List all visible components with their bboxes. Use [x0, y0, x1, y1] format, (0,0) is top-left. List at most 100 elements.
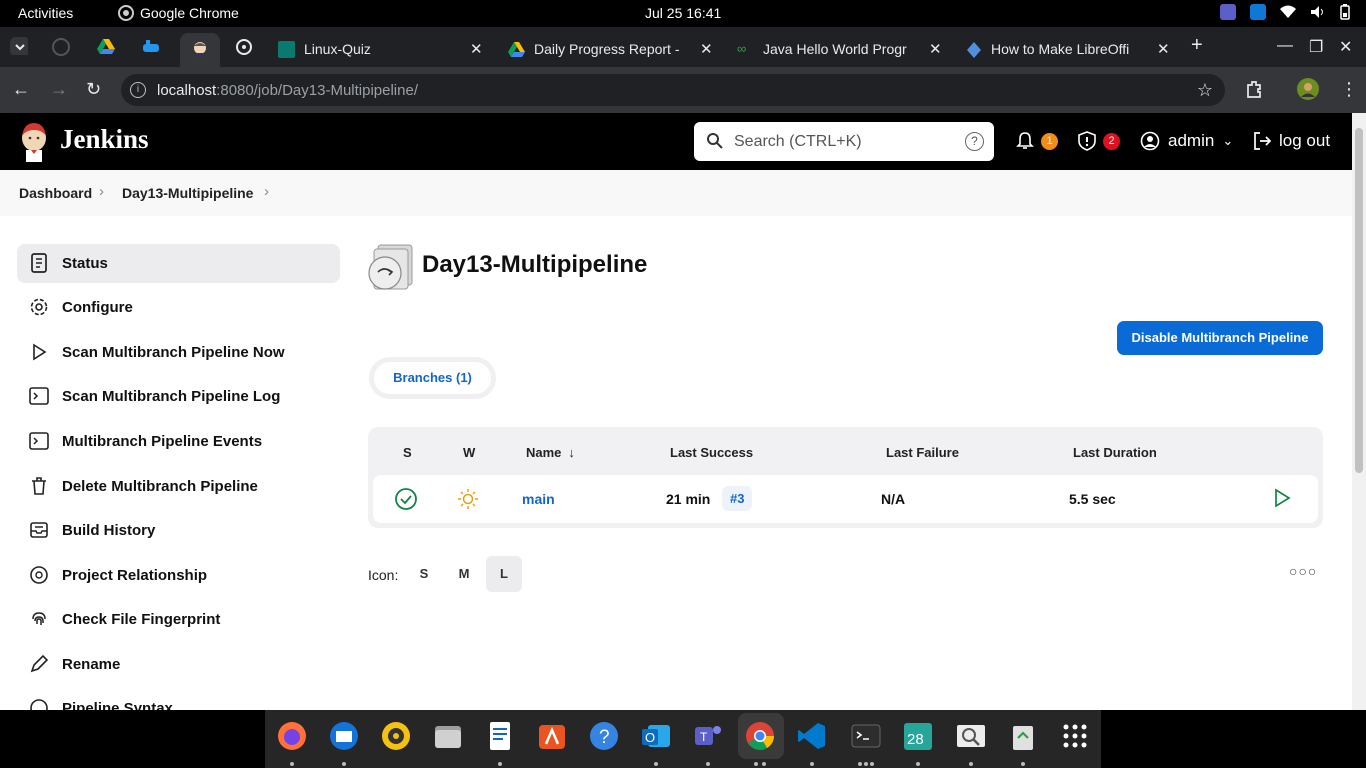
calendar-icon[interactable]: 28 [902, 720, 934, 752]
icon-size-medium[interactable]: M [446, 556, 482, 592]
search-input[interactable] [734, 128, 954, 155]
profile-avatar[interactable] [1297, 78, 1319, 100]
column-header-name[interactable]: Name ↓ [526, 445, 575, 460]
back-icon[interactable]: ← [12, 79, 30, 100]
drive-tab-icon[interactable] [97, 38, 115, 56]
clock[interactable]: Jul 25 16:41 [645, 5, 721, 21]
sidebar-item-project-relationship[interactable]: Project Relationship [17, 556, 340, 595]
icon-size-large[interactable]: L [486, 556, 522, 592]
sidebar-item-events[interactable]: Multibranch Pipeline Events [17, 422, 340, 461]
close-window-icon[interactable]: ✕ [1339, 37, 1352, 57]
tab-libreoffice[interactable]: How to Make LibreOffi ✕ [965, 33, 1175, 67]
scrollbar-thumb[interactable] [1355, 128, 1363, 473]
help-app-icon[interactable]: ? [588, 720, 620, 752]
address-bar[interactable]: i localhost:8080/job/Day13-Multipipeline… [121, 74, 1225, 106]
site-info-icon[interactable]: i [130, 82, 146, 98]
sidebar-item-delete[interactable]: Delete Multibranch Pipeline [17, 467, 340, 506]
bookmark-star-icon[interactable]: ☆ [1197, 80, 1213, 101]
more-options-icon[interactable]: ○○○ [1289, 563, 1317, 579]
outlook-icon[interactable]: O [640, 720, 672, 752]
sidebar-item-scan-now[interactable]: Scan Multibranch Pipeline Now [17, 333, 340, 372]
success-status-icon[interactable] [394, 487, 418, 511]
image-viewer-icon[interactable] [955, 720, 987, 752]
teams-icon[interactable]: T [692, 720, 724, 752]
reload-icon[interactable]: ↻ [86, 79, 101, 100]
disable-pipeline-button[interactable]: Disable Multibranch Pipeline [1117, 321, 1323, 355]
jenkins-brand[interactable]: Jenkins [60, 124, 149, 155]
firefox-icon[interactable] [276, 720, 308, 752]
battery-icon [1340, 4, 1350, 20]
files-icon[interactable] [432, 720, 464, 752]
trash-bin-icon[interactable] [1007, 720, 1039, 752]
sidebar-item-build-history[interactable]: Build History [17, 511, 340, 550]
tab-linux-quiz[interactable]: Linux-Quiz ✕ [278, 33, 488, 67]
tab-search-icon[interactable] [10, 37, 28, 55]
column-header-status[interactable]: S [403, 445, 412, 460]
build-link[interactable]: #3 [722, 486, 753, 511]
app-menu[interactable]: Google Chrome [118, 5, 239, 21]
notifications-button[interactable]: 1 [1015, 131, 1058, 151]
close-tab-icon[interactable]: ✕ [470, 40, 483, 58]
github-tab-icon[interactable] [52, 38, 70, 56]
url-text[interactable]: localhost:8080/job/Day13-Multipipeline/ [157, 82, 418, 99]
sidebar-item-scan-log[interactable]: Scan Multibranch Pipeline Log [17, 377, 340, 416]
user-name: admin [1168, 131, 1215, 150]
user-menu[interactable]: admin ⌄ [1140, 131, 1233, 151]
maximize-icon[interactable]: ❐ [1309, 37, 1323, 57]
build-now-play-icon[interactable] [1272, 488, 1292, 508]
forward-icon[interactable]: → [50, 79, 68, 100]
column-header-last-success[interactable]: Last Success [670, 445, 753, 460]
search-box[interactable]: ? [694, 122, 994, 161]
extensions-icon[interactable] [1245, 80, 1265, 100]
close-tab-icon[interactable]: ✕ [700, 40, 713, 58]
column-header-last-failure[interactable]: Last Failure [886, 445, 959, 460]
outlook-tray-icon[interactable] [1250, 4, 1266, 20]
writer-icon[interactable] [484, 720, 516, 752]
close-tab-icon[interactable]: ✕ [1157, 40, 1170, 58]
search-help-icon[interactable]: ? [965, 132, 984, 151]
docker-tab-icon[interactable] [142, 38, 160, 56]
show-apps-icon[interactable] [1059, 720, 1091, 752]
breadcrumb-separator[interactable]: › [264, 183, 269, 200]
sidebar-item-fingerprint[interactable]: Check File Fingerprint [17, 600, 340, 639]
close-tab-icon[interactable]: ✕ [929, 40, 942, 58]
minimize-icon[interactable]: — [1277, 37, 1293, 55]
tab-branches[interactable]: Branches (1) [369, 357, 496, 399]
logout-button[interactable]: log out [1252, 131, 1330, 151]
branch-link-main[interactable]: main [522, 491, 555, 507]
security-button[interactable]: 2 [1077, 131, 1120, 151]
teams-tray-icon[interactable] [1220, 4, 1236, 20]
vscode-icon[interactable] [796, 720, 828, 752]
tab-java-hello-world[interactable]: ∞ Java Hello World Progr ✕ [737, 33, 947, 67]
app-center-icon[interactable] [536, 720, 568, 752]
activities-button[interactable]: Activities [18, 5, 73, 21]
new-tab-button[interactable]: + [1191, 34, 1203, 57]
terminal-app-icon[interactable] [850, 720, 882, 752]
breadcrumb-separator[interactable]: › [99, 183, 104, 200]
breadcrumb-dashboard[interactable]: Dashboard [19, 185, 92, 201]
breadcrumb-project[interactable]: Day13-Multipipeline [122, 185, 253, 201]
jenkins-header: Jenkins ? 1 2 admin ⌄ log out [0, 113, 1352, 170]
sunny-weather-icon[interactable] [457, 488, 479, 510]
rhythmbox-icon[interactable] [380, 720, 412, 752]
inbox-icon [30, 522, 48, 538]
chrome-dock-icon[interactable] [744, 720, 776, 752]
column-header-last-duration[interactable]: Last Duration [1073, 445, 1157, 460]
icon-size-small[interactable]: S [406, 556, 442, 592]
sidebar-item-pipeline-syntax[interactable]: Pipeline Syntax [17, 689, 340, 710]
column-header-weather[interactable]: W [463, 445, 475, 460]
sidebar-item-status[interactable]: Status [17, 244, 340, 283]
chatgpt-tab-icon[interactable] [235, 38, 253, 56]
play-icon [33, 343, 47, 361]
tab-daily-progress[interactable]: Daily Progress Report - ✕ [508, 33, 718, 67]
sidebar-item-configure[interactable]: Configure [17, 288, 340, 327]
thunderbird-icon[interactable] [328, 720, 360, 752]
sidebar-item-label: Check File Fingerprint [62, 611, 221, 628]
running-indicator [810, 762, 814, 766]
tab-jenkins[interactable] [180, 33, 220, 67]
page-scrollbar[interactable] [1352, 113, 1366, 710]
sidebar-item-rename[interactable]: Rename [17, 645, 340, 684]
system-tray[interactable] [1220, 4, 1350, 20]
jenkins-logo[interactable] [18, 122, 50, 162]
browser-menu-icon[interactable]: ⋮ [1340, 79, 1358, 100]
